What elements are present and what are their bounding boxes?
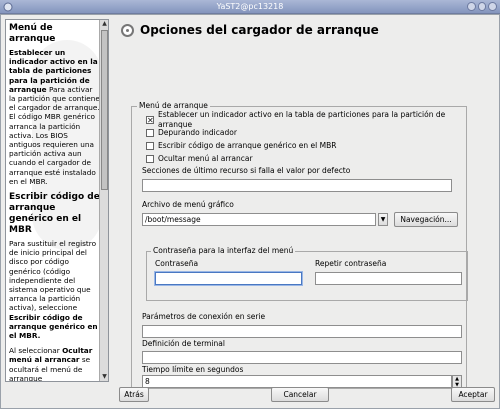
maximize-button[interactable] xyxy=(477,2,487,11)
scroll-up-icon[interactable]: ▲ xyxy=(101,20,108,28)
checkbox-debug-flag[interactable]: Depurando indicador xyxy=(146,128,237,138)
close-button[interactable] xyxy=(488,2,497,11)
password-group: Contraseña para la interfaz del menú Con… xyxy=(146,246,468,301)
password-label: Contraseña xyxy=(155,259,199,268)
serial-label: Parámetros de conexión en serie xyxy=(142,312,266,321)
boot-menu-group: Menú de arranque ✕ Establecer un indicad… xyxy=(131,101,468,389)
fallback-input[interactable] xyxy=(142,179,452,192)
password-repeat-label: Repetir contraseña xyxy=(315,259,387,268)
bootloader-icon xyxy=(121,24,134,37)
gfx-menu-combo[interactable]: /boot/message xyxy=(142,213,376,226)
help-text: Para sustituir el registro de inicio pri… xyxy=(9,239,97,313)
password-repeat-input[interactable] xyxy=(315,272,462,285)
title-bar[interactable]: YaST2@pc13218 xyxy=(0,0,500,14)
window-menu-icon[interactable] xyxy=(3,2,13,12)
help-pane[interactable]: Menú de arranque Establecer un indicador… xyxy=(5,19,109,382)
checkbox-label: Depurando indicador xyxy=(158,128,237,137)
help-scrollbar[interactable]: ▲ ▼ xyxy=(99,20,108,381)
timeout-label: Tiempo límite en segundos xyxy=(142,365,244,374)
page-header: Opciones del cargador de arranque xyxy=(113,17,497,43)
help-paragraph: Establecer un indicador activo en la tab… xyxy=(9,48,100,186)
checkbox-box[interactable] xyxy=(146,142,154,150)
gfx-menu-label: Archivo de menú gráfico xyxy=(142,200,234,209)
help-paragraph: Para sustituir el registro de inicio pri… xyxy=(9,239,100,340)
checkbox-active-flag[interactable]: ✕ Establecer un indicador activo en la t… xyxy=(146,110,466,129)
terminal-label: Definición de terminal xyxy=(142,339,225,348)
page-title: Opciones del cargador de arranque xyxy=(140,23,379,37)
serial-input[interactable] xyxy=(142,325,462,338)
yast-window: Menú de arranque Establecer un indicador… xyxy=(0,14,500,409)
terminal-input[interactable] xyxy=(142,351,462,364)
accept-button[interactable]: Aceptar xyxy=(451,387,495,402)
window-title: YaST2@pc13218 xyxy=(216,2,284,11)
checkbox-label: Establecer un indicador activo en la tab… xyxy=(158,110,446,129)
checkbox-checked-icon[interactable]: ✕ xyxy=(146,116,154,125)
content-area: Menú de arranque ✕ Establecer un indicad… xyxy=(113,45,497,389)
fallback-label: Secciones de último recurso si falla el … xyxy=(142,166,351,175)
back-button[interactable]: Atrás xyxy=(119,387,149,402)
minimize-button[interactable] xyxy=(466,2,476,11)
help-text: Para activar la partición que contiene e… xyxy=(9,84,100,186)
help-paragraph: Al seleccionar Ocultar menú al arrancar … xyxy=(9,346,100,381)
help-heading-boot-menu: Menú de arranque xyxy=(9,23,56,44)
help-content: Menú de arranque Establecer un indicador… xyxy=(9,23,100,381)
help-scroll-thumb[interactable] xyxy=(101,30,108,190)
checkbox-label: Ocultar menú al arrancar xyxy=(158,154,253,163)
main-panel: Opciones del cargador de arranque Menú d… xyxy=(113,17,497,389)
browse-button[interactable]: Navegación... xyxy=(394,212,458,227)
scroll-down-icon[interactable]: ▼ xyxy=(101,373,108,381)
checkbox-label: Escribir código de arranque genérico en … xyxy=(158,141,337,150)
password-legend: Contraseña para la interfaz del menú xyxy=(151,246,296,255)
help-heading-generic-mbr: Escribir código de arranque genérico en … xyxy=(9,192,100,236)
cancel-button[interactable]: Cancelar xyxy=(271,387,329,402)
chevron-down-icon[interactable]: ▼ xyxy=(378,213,388,226)
checkbox-hide-menu[interactable]: Ocultar menú al arrancar xyxy=(146,154,253,164)
footer-buttons: Atrás Cancelar Aceptar xyxy=(1,387,500,409)
checkbox-box[interactable] xyxy=(146,155,154,163)
checkbox-generic-mbr[interactable]: Escribir código de arranque genérico en … xyxy=(146,141,336,151)
help-bold-text: Escribir código de arranque genérico en … xyxy=(9,312,98,341)
boot-menu-legend: Menú de arranque xyxy=(137,101,210,110)
password-input[interactable] xyxy=(155,272,302,285)
checkbox-box[interactable] xyxy=(146,129,154,137)
help-text: Al seleccionar xyxy=(9,346,60,356)
